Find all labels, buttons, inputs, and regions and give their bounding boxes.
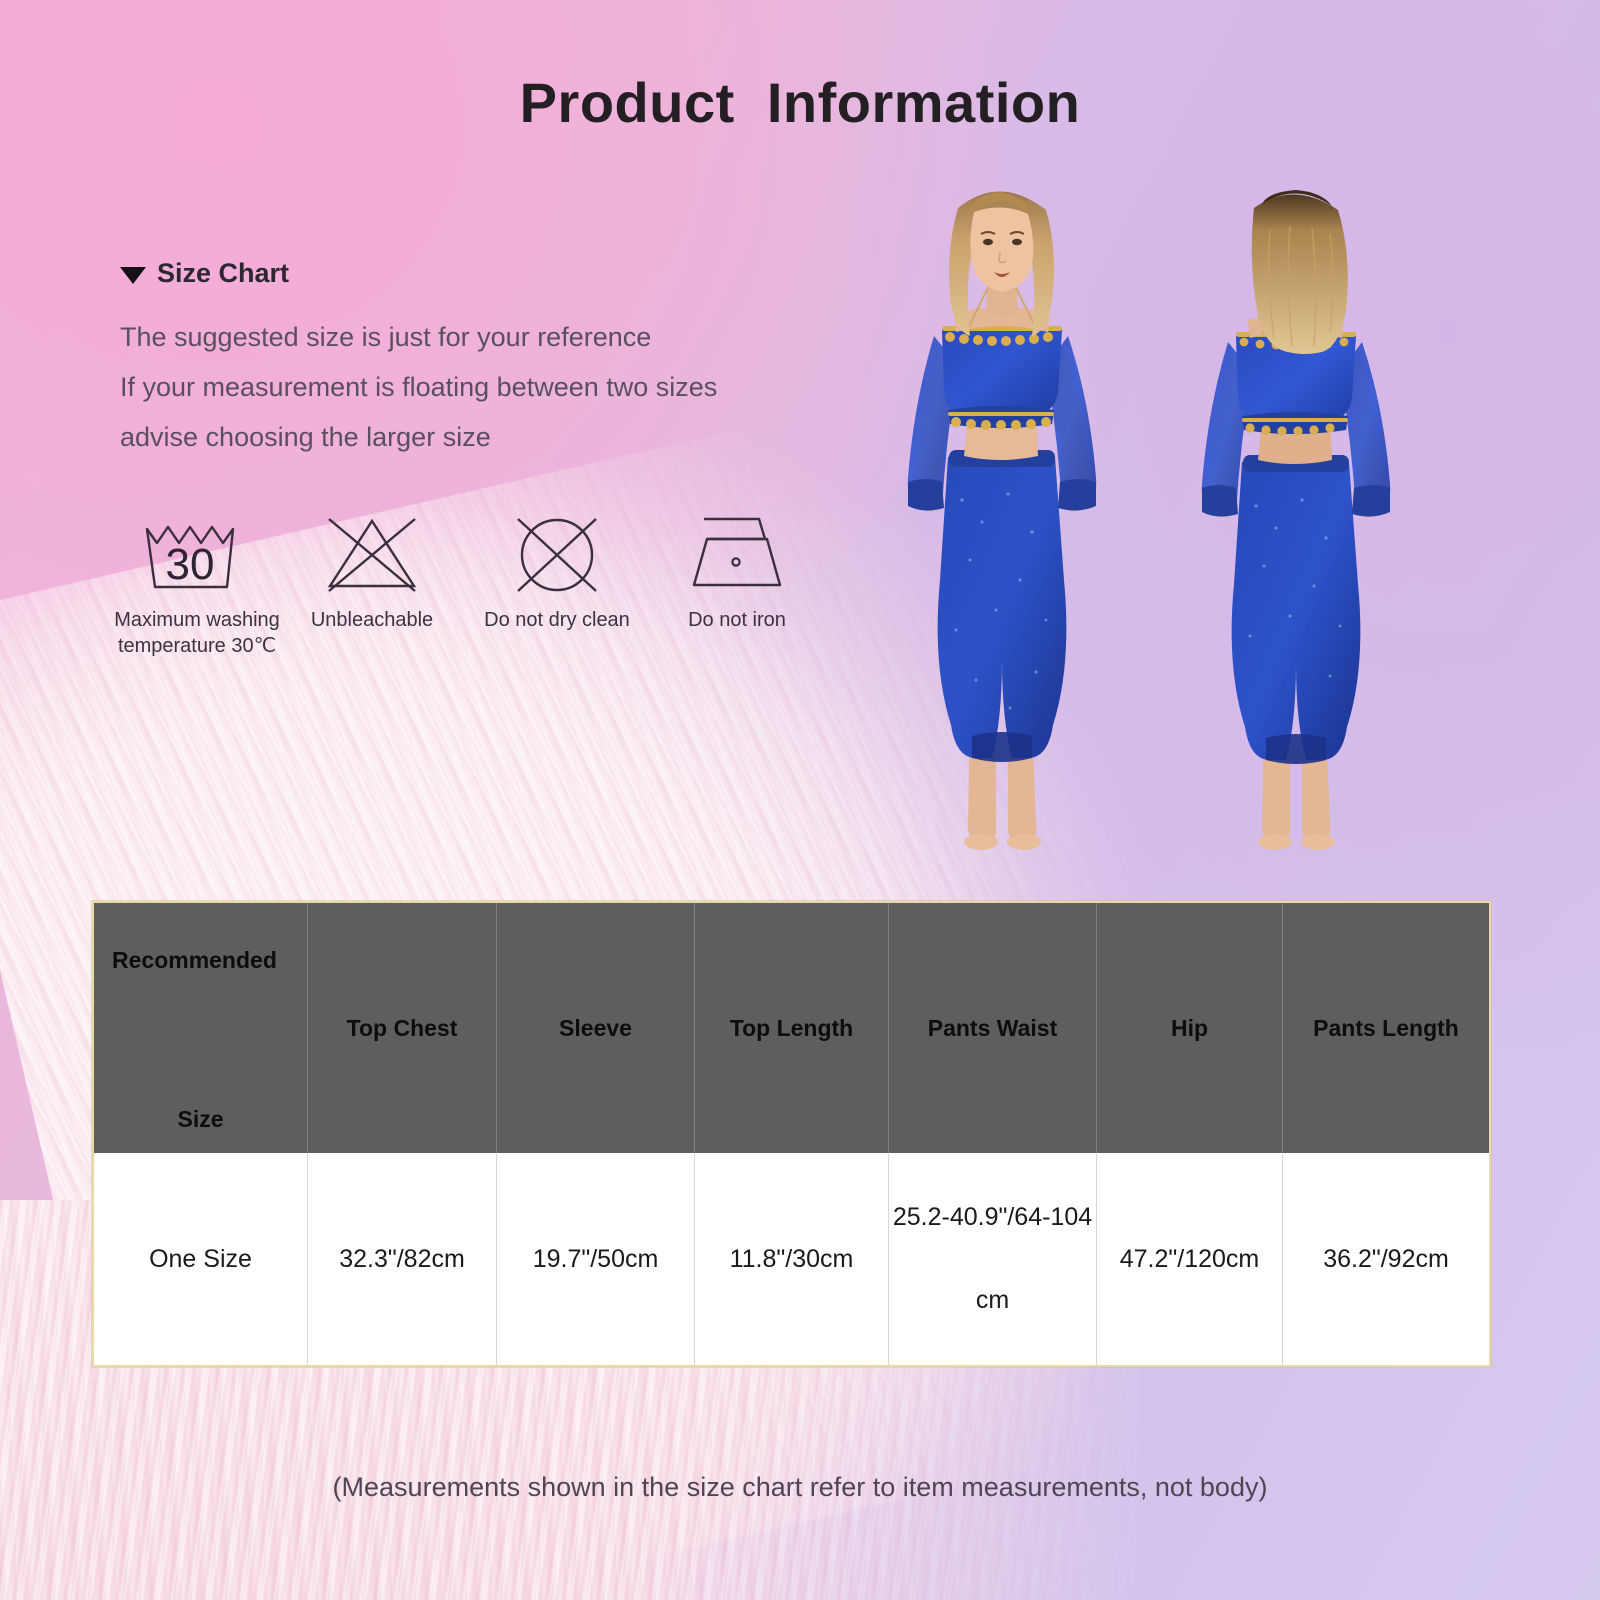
care-item-iron: Do not iron	[652, 512, 822, 633]
cell-top-chest: 32.3"/82cm	[307, 1153, 497, 1366]
size-chart-description: The suggested size is just for your refe…	[120, 312, 717, 462]
column-header-size: Size	[177, 1106, 224, 1132]
description-line-2: If your measurement is floating between …	[120, 372, 718, 402]
size-chart-table: Recommended Size Top Chest Sleeve Top Le…	[92, 901, 1491, 1367]
care-item-bleach: Unbleachable	[282, 512, 462, 633]
cell-hip: 47.2"/120cm	[1096, 1153, 1283, 1366]
model-back-view	[1201, 190, 1391, 850]
column-header-top-chest: Top Chest	[307, 902, 497, 1153]
no-bleach-icon	[317, 512, 427, 598]
no-iron-icon	[679, 512, 795, 598]
product-images	[840, 150, 1460, 880]
table-header-row: Recommended Size Top Chest Sleeve Top Le…	[93, 902, 1490, 1153]
column-header-hip: Hip	[1096, 902, 1283, 1153]
care-label-dry-clean: Do not dry clean	[484, 609, 630, 631]
size-chart-heading-label: Size Chart	[157, 258, 290, 288]
cell-pants-waist-line-2: cm	[975, 1286, 1010, 1314]
description-line-1: The suggested size is just for your refe…	[120, 322, 652, 352]
cell-pants-waist: 25.2-40.9"/64-104 cm	[888, 1153, 1097, 1366]
column-header-recommended-size: Recommended Size	[93, 902, 308, 1153]
care-label-iron: Do not iron	[688, 609, 786, 631]
description-line-3: advise choosing the larger size	[120, 422, 491, 452]
cell-pants-waist-line-1: 25.2-40.9"/64-104	[892, 1202, 1093, 1231]
wash-tub-30-icon: 30	[137, 512, 257, 598]
measurements-footnote: (Measurements shown in the size chart re…	[332, 1472, 1268, 1502]
care-label-bleach: Unbleachable	[310, 609, 434, 631]
page-title: Product Information	[519, 71, 1081, 134]
size-chart-heading: Size Chart	[120, 258, 289, 289]
column-header-sleeve: Sleeve	[496, 902, 695, 1153]
svg-text:30: 30	[166, 540, 215, 589]
table-row: One Size 32.3"/82cm 19.7"/50cm 11.8"/30c…	[93, 1153, 1490, 1366]
cell-size: One Size	[93, 1153, 308, 1366]
cell-sleeve: 19.7"/50cm	[496, 1153, 695, 1366]
no-dry-clean-icon	[502, 512, 612, 598]
care-item-wash: 30 Maximum washing temperature 30℃	[112, 512, 282, 659]
care-instructions-row: 30 Maximum washing temperature 30℃ Unble…	[112, 512, 822, 659]
column-header-top-length: Top Length	[694, 902, 889, 1153]
column-header-pants-waist: Pants Waist	[888, 902, 1097, 1153]
cell-pants-length: 36.2"/92cm	[1282, 1153, 1490, 1366]
product-information-page: Product Information Size Chart The sugge…	[0, 0, 1600, 1600]
cell-top-length: 11.8"/30cm	[694, 1153, 889, 1366]
model-front-view	[907, 191, 1097, 850]
column-header-recommended: Recommended	[112, 947, 277, 973]
column-header-pants-length: Pants Length	[1282, 902, 1490, 1153]
care-label-wash: Maximum washing temperature 30℃	[114, 609, 280, 657]
care-item-dry-clean: Do not dry clean	[462, 512, 652, 633]
triangle-down-icon	[120, 266, 146, 284]
